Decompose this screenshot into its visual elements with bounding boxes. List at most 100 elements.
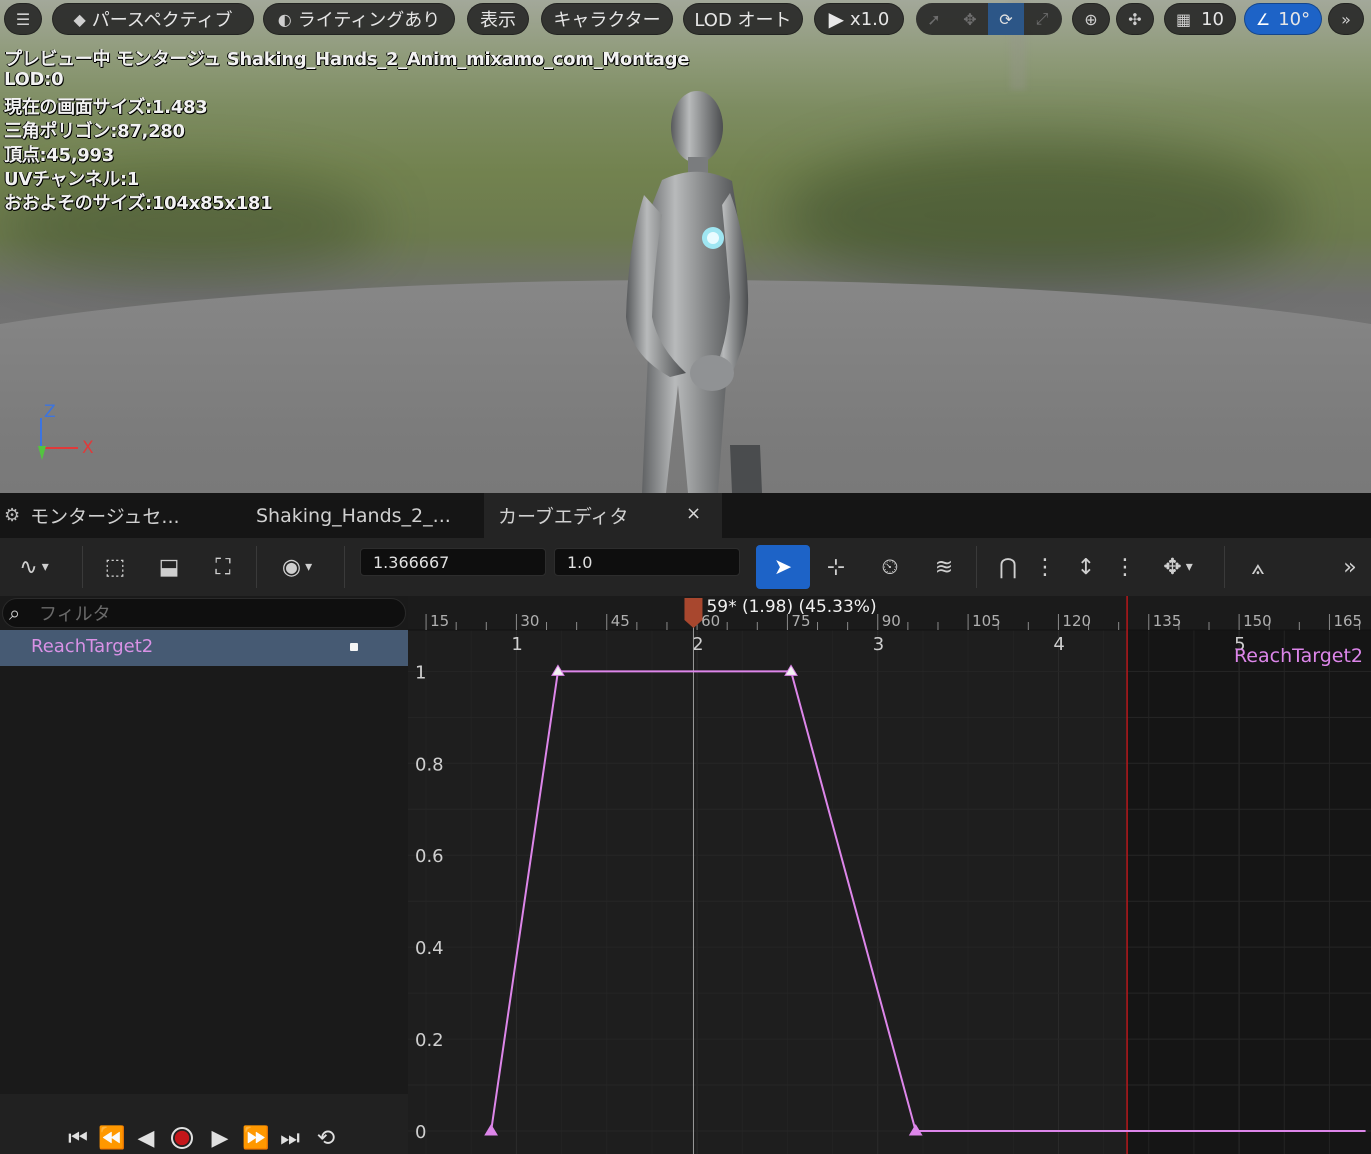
play-button[interactable]: ▶ [204, 1122, 236, 1154]
curve-graph[interactable]: 15 30 45 60 75 90 105 120 135 150 165 1 2 3 4 5 1 0.8 0.6 0… [408, 596, 1371, 1154]
axis-snap-dropdown[interactable]: ✥ ▾ [1148, 549, 1208, 585]
show-button[interactable]: 表示 [467, 3, 529, 35]
ruler-frame-label: 30 [520, 612, 539, 630]
more-vertical-icon: ⋮ [1114, 554, 1136, 580]
jump-to-start-button[interactable]: ⏮ [62, 1122, 94, 1154]
world-icon: ⊕ [1084, 9, 1098, 29]
z-axis-label: Z [44, 402, 56, 422]
post-end-region [1127, 630, 1371, 1154]
value-axis-label: 0.6 [415, 846, 444, 867]
curve-editor-toolbar: ∿ ▾ ⬚ ⬓ ⛶ ◉ ▾ 1.366667 1.0 ➤ ⊹ ⏲ ≋ ⋂ ⋮ ↕ ⋮… [0, 538, 1371, 596]
record-button[interactable] [166, 1122, 198, 1154]
time-axis-label: 1 [511, 634, 522, 655]
preview-stat: おおよそのサイズ:104x85x181 [4, 193, 273, 214]
close-icon[interactable]: × [686, 503, 701, 524]
perspective-button[interactable]: ◆ パースペクティブ [52, 3, 254, 35]
value-axis-label: 0.4 [415, 938, 444, 959]
key-value-field[interactable]: 1.0 [554, 548, 740, 576]
tab-animation-asset[interactable]: Shaking_Hands_2_... [240, 493, 480, 538]
cursor-icon: ➤ [773, 554, 793, 580]
playhead-label: 59* (1.98) (45.33%) [706, 597, 876, 617]
frame-all-icon: ⛶ [215, 554, 231, 580]
character-button[interactable]: キャラクター [541, 3, 673, 35]
menu-button[interactable]: ☰ [4, 3, 42, 35]
frame-all-button[interactable]: ⛶ [204, 549, 242, 585]
play-reverse-button[interactable]: ◀ [130, 1122, 162, 1154]
tab-montage-sections[interactable]: ⚙ モンタージュセ... [0, 493, 240, 538]
lighting-label: ライティングあり [297, 10, 441, 31]
value-axis-label: 0 [415, 1122, 426, 1143]
step-forward-button[interactable]: ⏩ [240, 1122, 272, 1154]
visibility-dropdown[interactable]: ◉ ▾ [268, 549, 326, 585]
retime-tool-button[interactable]: ⏲ [870, 549, 910, 585]
ruler-frame-label: 120 [1062, 612, 1091, 630]
tab-label: Shaking_Hands_2_... [256, 504, 451, 527]
lod-button[interactable]: LOD オート [683, 3, 803, 35]
magnet-icon: ⋂ [998, 554, 1018, 580]
more-vertical-icon: ⋮ [1034, 554, 1056, 580]
world-space-button[interactable]: ⊕ [1072, 3, 1110, 35]
curve-color-swatch[interactable] [350, 643, 358, 651]
value-snap-button[interactable]: ↕ [1066, 549, 1106, 585]
snap-button[interactable]: ⋂ [988, 549, 1028, 585]
play-speed-button[interactable]: ▶ x1.0 [814, 3, 904, 35]
record-icon [171, 1127, 193, 1149]
curve-name: ReachTarget2 [31, 636, 154, 657]
transform-tool-button[interactable]: ⊹ [816, 549, 856, 585]
frame-selection-button[interactable]: ⬚ [96, 549, 134, 585]
curve-graph-canvas[interactable]: 15 30 45 60 75 90 105 120 135 150 1651 2 3 4 510.80.60… [408, 596, 1371, 1154]
filter-input[interactable] [39, 602, 399, 626]
curve-list-panel: ⌕ ReachTarget2 ⏮ ⏪ ◀ ▶ ⏩ ⏭ ⟲ [0, 596, 408, 1154]
search-icon: ⌕ [9, 601, 21, 625]
preview-stat: プレビュー中 モンタージュ Shaking_Hands_2_Anim_mixam… [4, 49, 690, 70]
key-value-value: 1.0 [567, 552, 593, 572]
montage-icon: ⚙ [4, 505, 21, 526]
translate-mode-button[interactable]: ✥ [952, 3, 988, 35]
scene-shade [780, 140, 1300, 290]
loop-button[interactable]: ⟲ [310, 1122, 342, 1154]
key-time-field[interactable]: 1.366667 [360, 548, 546, 576]
step-back-button[interactable]: ⏪ [96, 1122, 128, 1154]
angle-snap-button[interactable]: ∠ 10° [1244, 3, 1322, 35]
more-options-button[interactable]: » [1328, 3, 1364, 35]
angle-snap-value: 10° [1278, 8, 1311, 30]
preview-stat: 三角ポリゴン:87,280 [4, 121, 185, 142]
lighting-button[interactable]: ◐ ライティングあり [263, 3, 455, 35]
play-icon: ▶ [828, 7, 845, 31]
curve-list-item[interactable]: ReachTarget2 [0, 630, 408, 666]
skip-start-icon: ⏮ [68, 1125, 88, 1151]
tab-label: モンタージュセ... [30, 506, 180, 528]
snap-icon: ✣ [1128, 9, 1142, 29]
value-axis-label: 0.8 [415, 754, 444, 775]
snap-options-button[interactable]: ⋮ [1034, 549, 1056, 585]
x-axis-label: X [82, 438, 94, 458]
toolbar-divider [256, 546, 257, 588]
surface-snap-button[interactable]: ✣ [1116, 3, 1154, 35]
toolbar-overflow-button[interactable]: » [1330, 549, 1370, 585]
preview-stat: 現在の画面サイズ:1.483 [4, 97, 208, 118]
toolbar-divider [1224, 546, 1225, 588]
cube-icon: ◆ [73, 9, 86, 29]
tangent-mode-button[interactable]: ⟑ [1236, 549, 1280, 585]
step-back-icon: ⏪ [98, 1125, 126, 1151]
ruler-frame-label: 105 [972, 612, 1001, 630]
select-tool-button[interactable]: ➤ [756, 545, 810, 589]
show-label: 表示 [480, 10, 516, 31]
y-axis-dot [38, 446, 46, 460]
multi-scale-tool-button[interactable]: ≋ [924, 549, 964, 585]
preview-viewport[interactable]: ☰ ◆ パースペクティブ ◐ ライティングあり 表示 キャラクター LOD オート … [0, 0, 1371, 493]
frame-key-button[interactable]: ⬓ [150, 549, 188, 585]
curve-name-label: ReachTarget2 [1234, 645, 1363, 667]
curve-view-dropdown[interactable]: ∿ ▾ [6, 549, 62, 585]
preview-stat: UVチャンネル:1 [4, 169, 140, 190]
frame-key-icon: ⬓ [158, 554, 180, 580]
jump-to-end-button[interactable]: ⏭ [274, 1122, 306, 1154]
time-axis-label: 4 [1053, 634, 1064, 655]
tab-label: カーブエディタ [498, 506, 629, 528]
rotate-mode-button[interactable]: ⟳ [988, 3, 1024, 35]
select-mode-button[interactable]: ➚ [916, 3, 952, 35]
scale-mode-button[interactable]: ⤢ [1024, 3, 1060, 35]
grid-snap-button[interactable]: ▦ 10 [1164, 3, 1236, 35]
value-snap-options-button[interactable]: ⋮ [1114, 549, 1136, 585]
value-axis-label: 1 [415, 662, 426, 683]
